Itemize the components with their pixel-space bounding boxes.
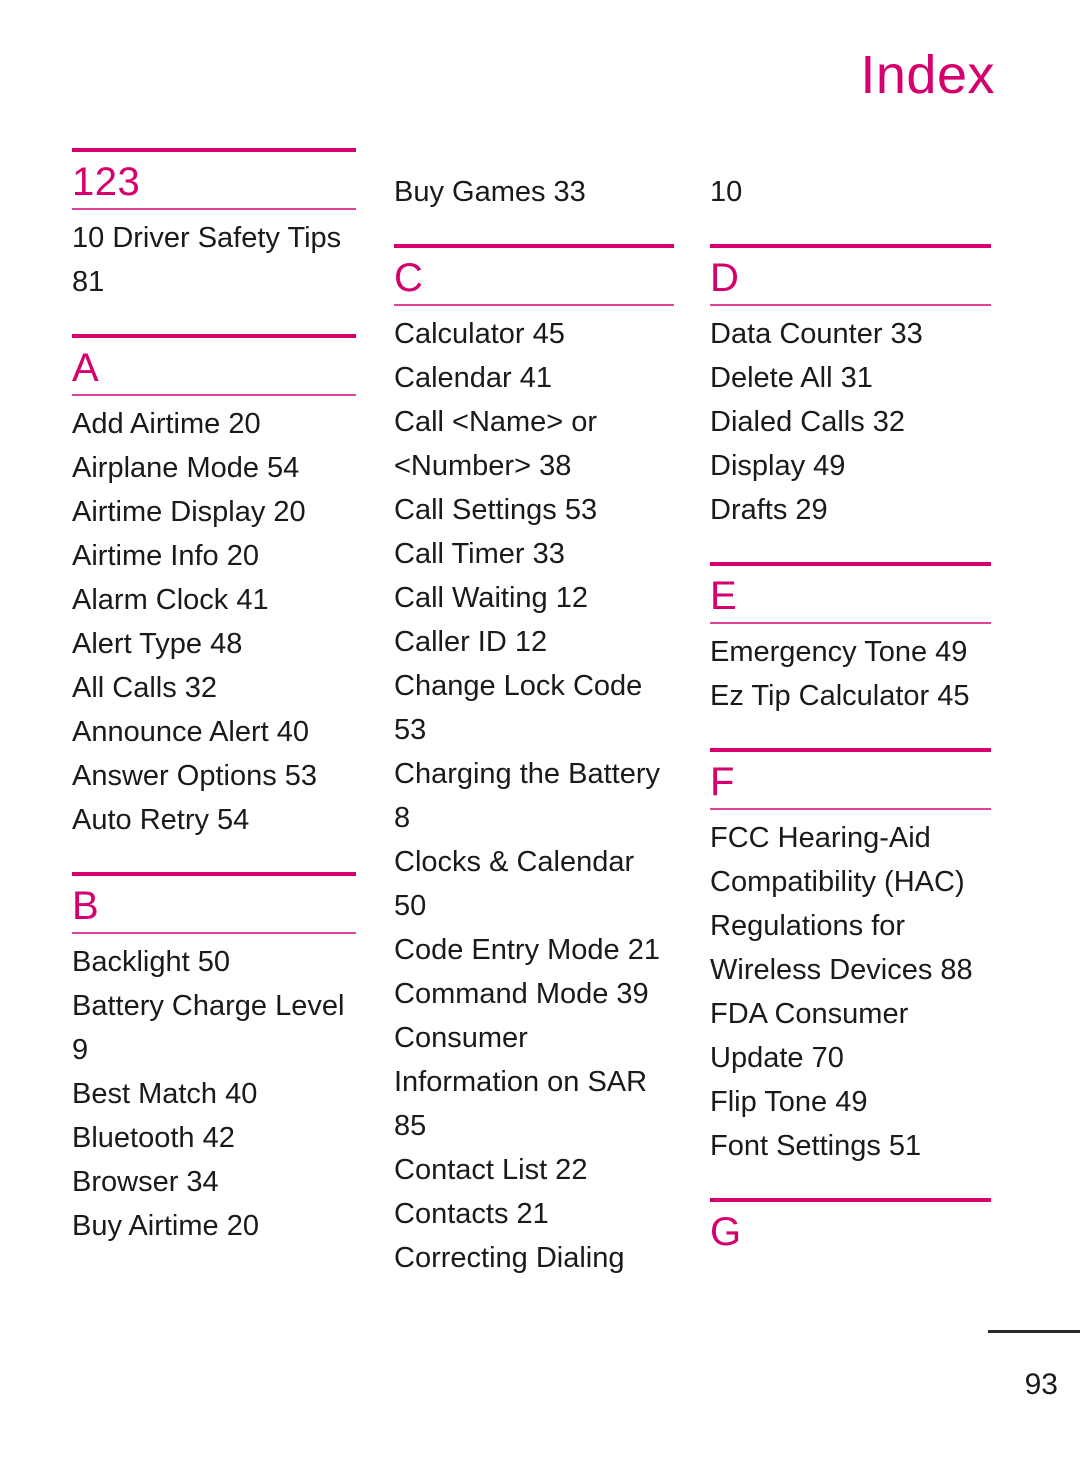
entry-group: 10 Driver Safety Tips 81: [72, 210, 356, 304]
index-entry[interactable]: Dialed Calls 32: [710, 400, 991, 444]
index-section-c: C Calculator 45 Calendar 41 Call <Name> or …: [394, 214, 674, 1280]
index-entry[interactable]: Flip Tone 49: [710, 1080, 991, 1124]
index-entry[interactable]: Buy Airtime 20: [72, 1204, 356, 1248]
index-entry[interactable]: Drafts 29: [710, 488, 991, 532]
index-entry[interactable]: Call Settings 53: [394, 488, 674, 532]
column-1-content: 123 10 Driver Safety Tips 81 A Add Airtime …: [72, 148, 356, 1248]
index-entry[interactable]: Command Mode 39: [394, 972, 674, 1016]
index-entry[interactable]: Charging the Battery 8: [394, 752, 674, 840]
index-entry[interactable]: Ez Tip Calculator 45: [710, 674, 991, 718]
index-entry[interactable]: FCC Hearing-Aid Compatibility (HAC) Regu…: [710, 816, 991, 992]
index-entry[interactable]: Airtime Display 20: [72, 490, 356, 534]
index-section-b: B Backlight 50 Battery Charge Level 9 Best …: [72, 842, 356, 1248]
index-entry[interactable]: Announce Alert 40: [72, 710, 356, 754]
index-entry[interactable]: Display 49: [710, 444, 991, 488]
index-entry[interactable]: Add Airtime 20: [72, 402, 356, 446]
section-letter: G: [710, 1210, 742, 1254]
page-number: 93: [1024, 1368, 1058, 1401]
index-entry[interactable]: Delete All 31: [710, 356, 991, 400]
index-section-123: 123 10 Driver Safety Tips 81: [72, 148, 356, 304]
index-section-f: F FCC Hearing-Aid Compatibility (HAC) Reg…: [710, 718, 991, 1168]
index-entry[interactable]: Calendar 41: [394, 356, 674, 400]
index-entry[interactable]: Contacts 21: [394, 1192, 674, 1236]
index-entry[interactable]: Calculator 45: [394, 312, 674, 356]
index-entry[interactable]: Auto Retry 54: [72, 798, 356, 842]
section-letter: B: [72, 884, 100, 928]
index-entry[interactable]: Font Settings 51: [710, 1124, 991, 1168]
entry-group-continued: Buy Games 33: [394, 170, 674, 214]
index-entry[interactable]: Call Waiting 12: [394, 576, 674, 620]
index-entry[interactable]: Best Match 40: [72, 1072, 356, 1116]
entry-group-continued: 10: [710, 170, 991, 214]
index-entry[interactable]: Clocks & Calendar 50: [394, 840, 674, 928]
index-entry[interactable]: Answer Options 53: [72, 754, 356, 798]
index-entry[interactable]: Call Timer 33: [394, 532, 674, 576]
index-section-d: D Data Counter 33 Delete All 31 Dialed Call…: [710, 214, 991, 532]
index-section-g: G: [710, 1168, 991, 1258]
index-entry[interactable]: Consumer Information on SAR 85: [394, 1016, 674, 1148]
index-entry[interactable]: Code Entry Mode 21: [394, 928, 674, 972]
index-entry[interactable]: Contact List 22: [394, 1148, 674, 1192]
index-entry[interactable]: Correcting Dialing: [394, 1236, 674, 1280]
section-letter: E: [710, 574, 738, 618]
entry-group: FCC Hearing-Aid Compatibility (HAC) Regu…: [710, 810, 991, 1168]
column-3-content: 10 D Data Counter 33 Delete All 31 Dialed Ca…: [710, 170, 991, 1258]
entry-group: Calculator 45 Calendar 41 Call <Name> or <…: [394, 306, 674, 1280]
section-letter: D: [710, 256, 740, 300]
footer-rule: [988, 1330, 1080, 1333]
index-entry[interactable]: Airtime Info 20: [72, 534, 356, 578]
index-entry[interactable]: Bluetooth 42: [72, 1116, 356, 1160]
entry-group: Emergency Tone 49 Ez Tip Calculator 45: [710, 624, 991, 718]
index-entry[interactable]: Call <Name> or <Number> 38: [394, 400, 674, 488]
index-section-a: A Add Airtime 20 Airplane Mode 54 Airtime D…: [72, 304, 356, 842]
index-entry[interactable]: Airplane Mode 54: [72, 446, 356, 490]
column-2-content: Buy Games 33 C Calculator 45 Calendar 41 Cal…: [394, 170, 674, 1280]
index-entry[interactable]: Data Counter 33: [710, 312, 991, 356]
index-section-e: E Emergency Tone 49 Ez Tip Calculator 45: [710, 532, 991, 718]
entry-group: Backlight 50 Battery Charge Level 9 Best M…: [72, 934, 356, 1248]
section-letter: C: [394, 256, 424, 300]
index-entry[interactable]: 10 Driver Safety Tips 81: [72, 216, 356, 304]
index-entry[interactable]: Emergency Tone 49: [710, 630, 991, 674]
index-columns: 123 10 Driver Safety Tips 81 A Add Airtime …: [0, 0, 1080, 1460]
section-letter: F: [710, 760, 735, 804]
index-entry[interactable]: Caller ID 12: [394, 620, 674, 664]
index-entry[interactable]: All Calls 32: [72, 666, 356, 710]
index-page: Index 123 10 Driver Safety Tips 81 A Add Ai…: [0, 0, 1080, 1460]
section-letter: 123: [72, 160, 141, 204]
index-entry[interactable]: Alarm Clock 41: [72, 578, 356, 622]
entry-group: Data Counter 33 Delete All 31 Dialed Calls…: [710, 306, 991, 532]
index-entry[interactable]: Backlight 50: [72, 940, 356, 984]
section-letter: A: [72, 346, 100, 390]
index-entry[interactable]: 10: [710, 170, 991, 214]
index-entry[interactable]: Alert Type 48: [72, 622, 356, 666]
index-entry[interactable]: Change Lock Code 53: [394, 664, 674, 752]
entry-group: Add Airtime 20 Airplane Mode 54 Airtime Di…: [72, 396, 356, 842]
index-entry[interactable]: Browser 34: [72, 1160, 356, 1204]
index-entry[interactable]: Battery Charge Level 9: [72, 984, 356, 1072]
index-entry[interactable]: FDA Consumer Update 70: [710, 992, 991, 1080]
index-entry[interactable]: Buy Games 33: [394, 170, 674, 214]
